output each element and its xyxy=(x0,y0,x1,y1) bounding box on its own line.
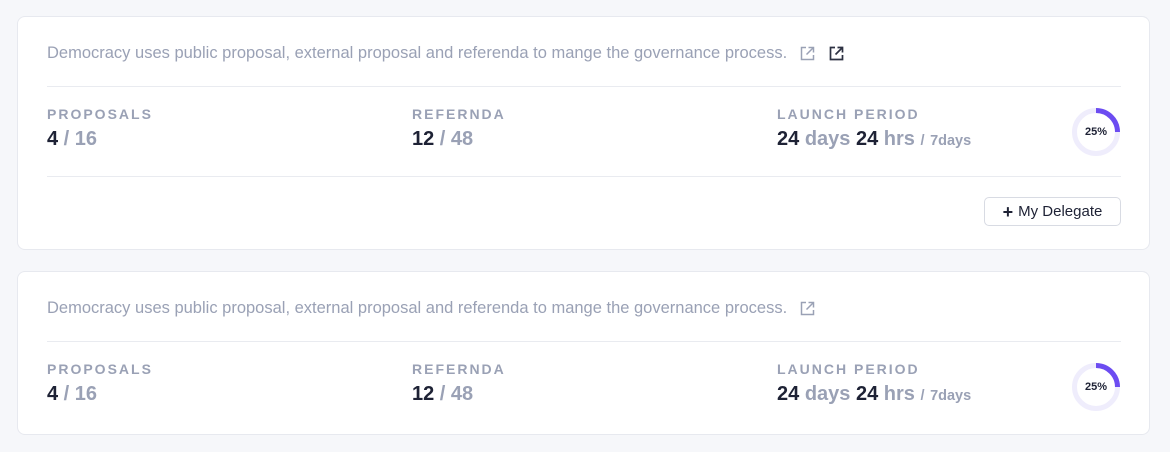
democracy-card: Democracy uses public proposal, external… xyxy=(17,271,1150,435)
launch-days-unit: days xyxy=(804,128,851,150)
proposals-separator: / xyxy=(58,128,75,150)
launch-period-stat: LAUNCH PERIOD 24 days 24 hrs / 7days xyxy=(777,361,971,406)
progress-percent-label: 25% xyxy=(1084,126,1108,138)
referenda-separator: / xyxy=(434,383,451,405)
card-description: Democracy uses public proposal, external… xyxy=(47,44,788,62)
referenda-current: 12 xyxy=(412,383,435,405)
referenda-stat: REFERNDA 12 / 48 xyxy=(412,361,506,406)
divider xyxy=(47,341,1121,342)
launch-period-total: 7days xyxy=(930,388,972,404)
proposals-stat: PROPOSALS 4 / 16 xyxy=(47,361,153,406)
launch-period-separator: / xyxy=(920,133,925,149)
referenda-label: REFERNDA xyxy=(412,361,506,377)
launch-days-unit: days xyxy=(804,383,851,405)
launch-days-value: 24 xyxy=(777,128,800,150)
referenda-label: REFERNDA xyxy=(412,106,506,122)
launch-period-label: LAUNCH PERIOD xyxy=(777,361,920,377)
progress-percent-label: 25% xyxy=(1084,381,1108,393)
launch-period-separator: / xyxy=(920,388,925,404)
plus-icon: + xyxy=(1002,201,1014,222)
divider xyxy=(47,176,1121,177)
proposals-value: 4 / 16 xyxy=(47,383,153,406)
proposals-label: PROPOSALS xyxy=(47,361,153,377)
proposals-label: PROPOSALS xyxy=(47,106,153,122)
proposals-current: 4 xyxy=(47,128,59,150)
my-delegate-button[interactable]: + My Delegate xyxy=(984,197,1121,226)
launch-hrs-unit: hrs xyxy=(883,383,915,405)
launch-period-label: LAUNCH PERIOD xyxy=(777,106,920,122)
external-link-icon[interactable] xyxy=(799,300,816,317)
proposals-separator: / xyxy=(58,383,75,405)
my-delegate-label: My Delegate xyxy=(1018,203,1103,220)
referenda-separator: / xyxy=(434,128,451,150)
proposals-current: 4 xyxy=(47,383,59,405)
launch-period-stat: LAUNCH PERIOD 24 days 24 hrs / 7days xyxy=(777,106,971,151)
card-description-row: Democracy uses public proposal, external… xyxy=(47,44,845,63)
referenda-total: 48 xyxy=(450,383,474,405)
proposals-total: 16 xyxy=(74,383,98,405)
democracy-card: Democracy uses public proposal, external… xyxy=(17,16,1150,250)
referenda-value: 12 / 48 xyxy=(412,128,506,151)
proposals-stat: PROPOSALS 4 / 16 xyxy=(47,106,153,151)
referenda-current: 12 xyxy=(412,128,435,150)
card-description-row: Democracy uses public proposal, external… xyxy=(47,299,816,318)
proposals-value: 4 / 16 xyxy=(47,128,153,151)
launch-period-value: 24 days 24 hrs / 7days xyxy=(777,383,971,406)
launch-progress-ring: 25% xyxy=(1070,106,1122,158)
launch-period-value: 24 days 24 hrs / 7days xyxy=(777,128,971,151)
referenda-stat: REFERNDA 12 / 48 xyxy=(412,106,506,151)
launch-hrs-value: 24 xyxy=(855,128,879,150)
launch-hrs-value: 24 xyxy=(855,383,879,405)
proposals-total: 16 xyxy=(74,128,98,150)
card-description: Democracy uses public proposal, external… xyxy=(47,299,788,317)
launch-days-value: 24 xyxy=(777,383,800,405)
divider xyxy=(47,86,1121,87)
launch-progress-ring: 25% xyxy=(1070,361,1122,413)
referenda-total: 48 xyxy=(450,128,474,150)
referenda-value: 12 / 48 xyxy=(412,383,506,406)
external-link-icon[interactable] xyxy=(799,45,816,62)
launch-period-total: 7days xyxy=(930,133,972,149)
external-link-icon[interactable] xyxy=(828,45,845,62)
launch-hrs-unit: hrs xyxy=(883,128,915,150)
